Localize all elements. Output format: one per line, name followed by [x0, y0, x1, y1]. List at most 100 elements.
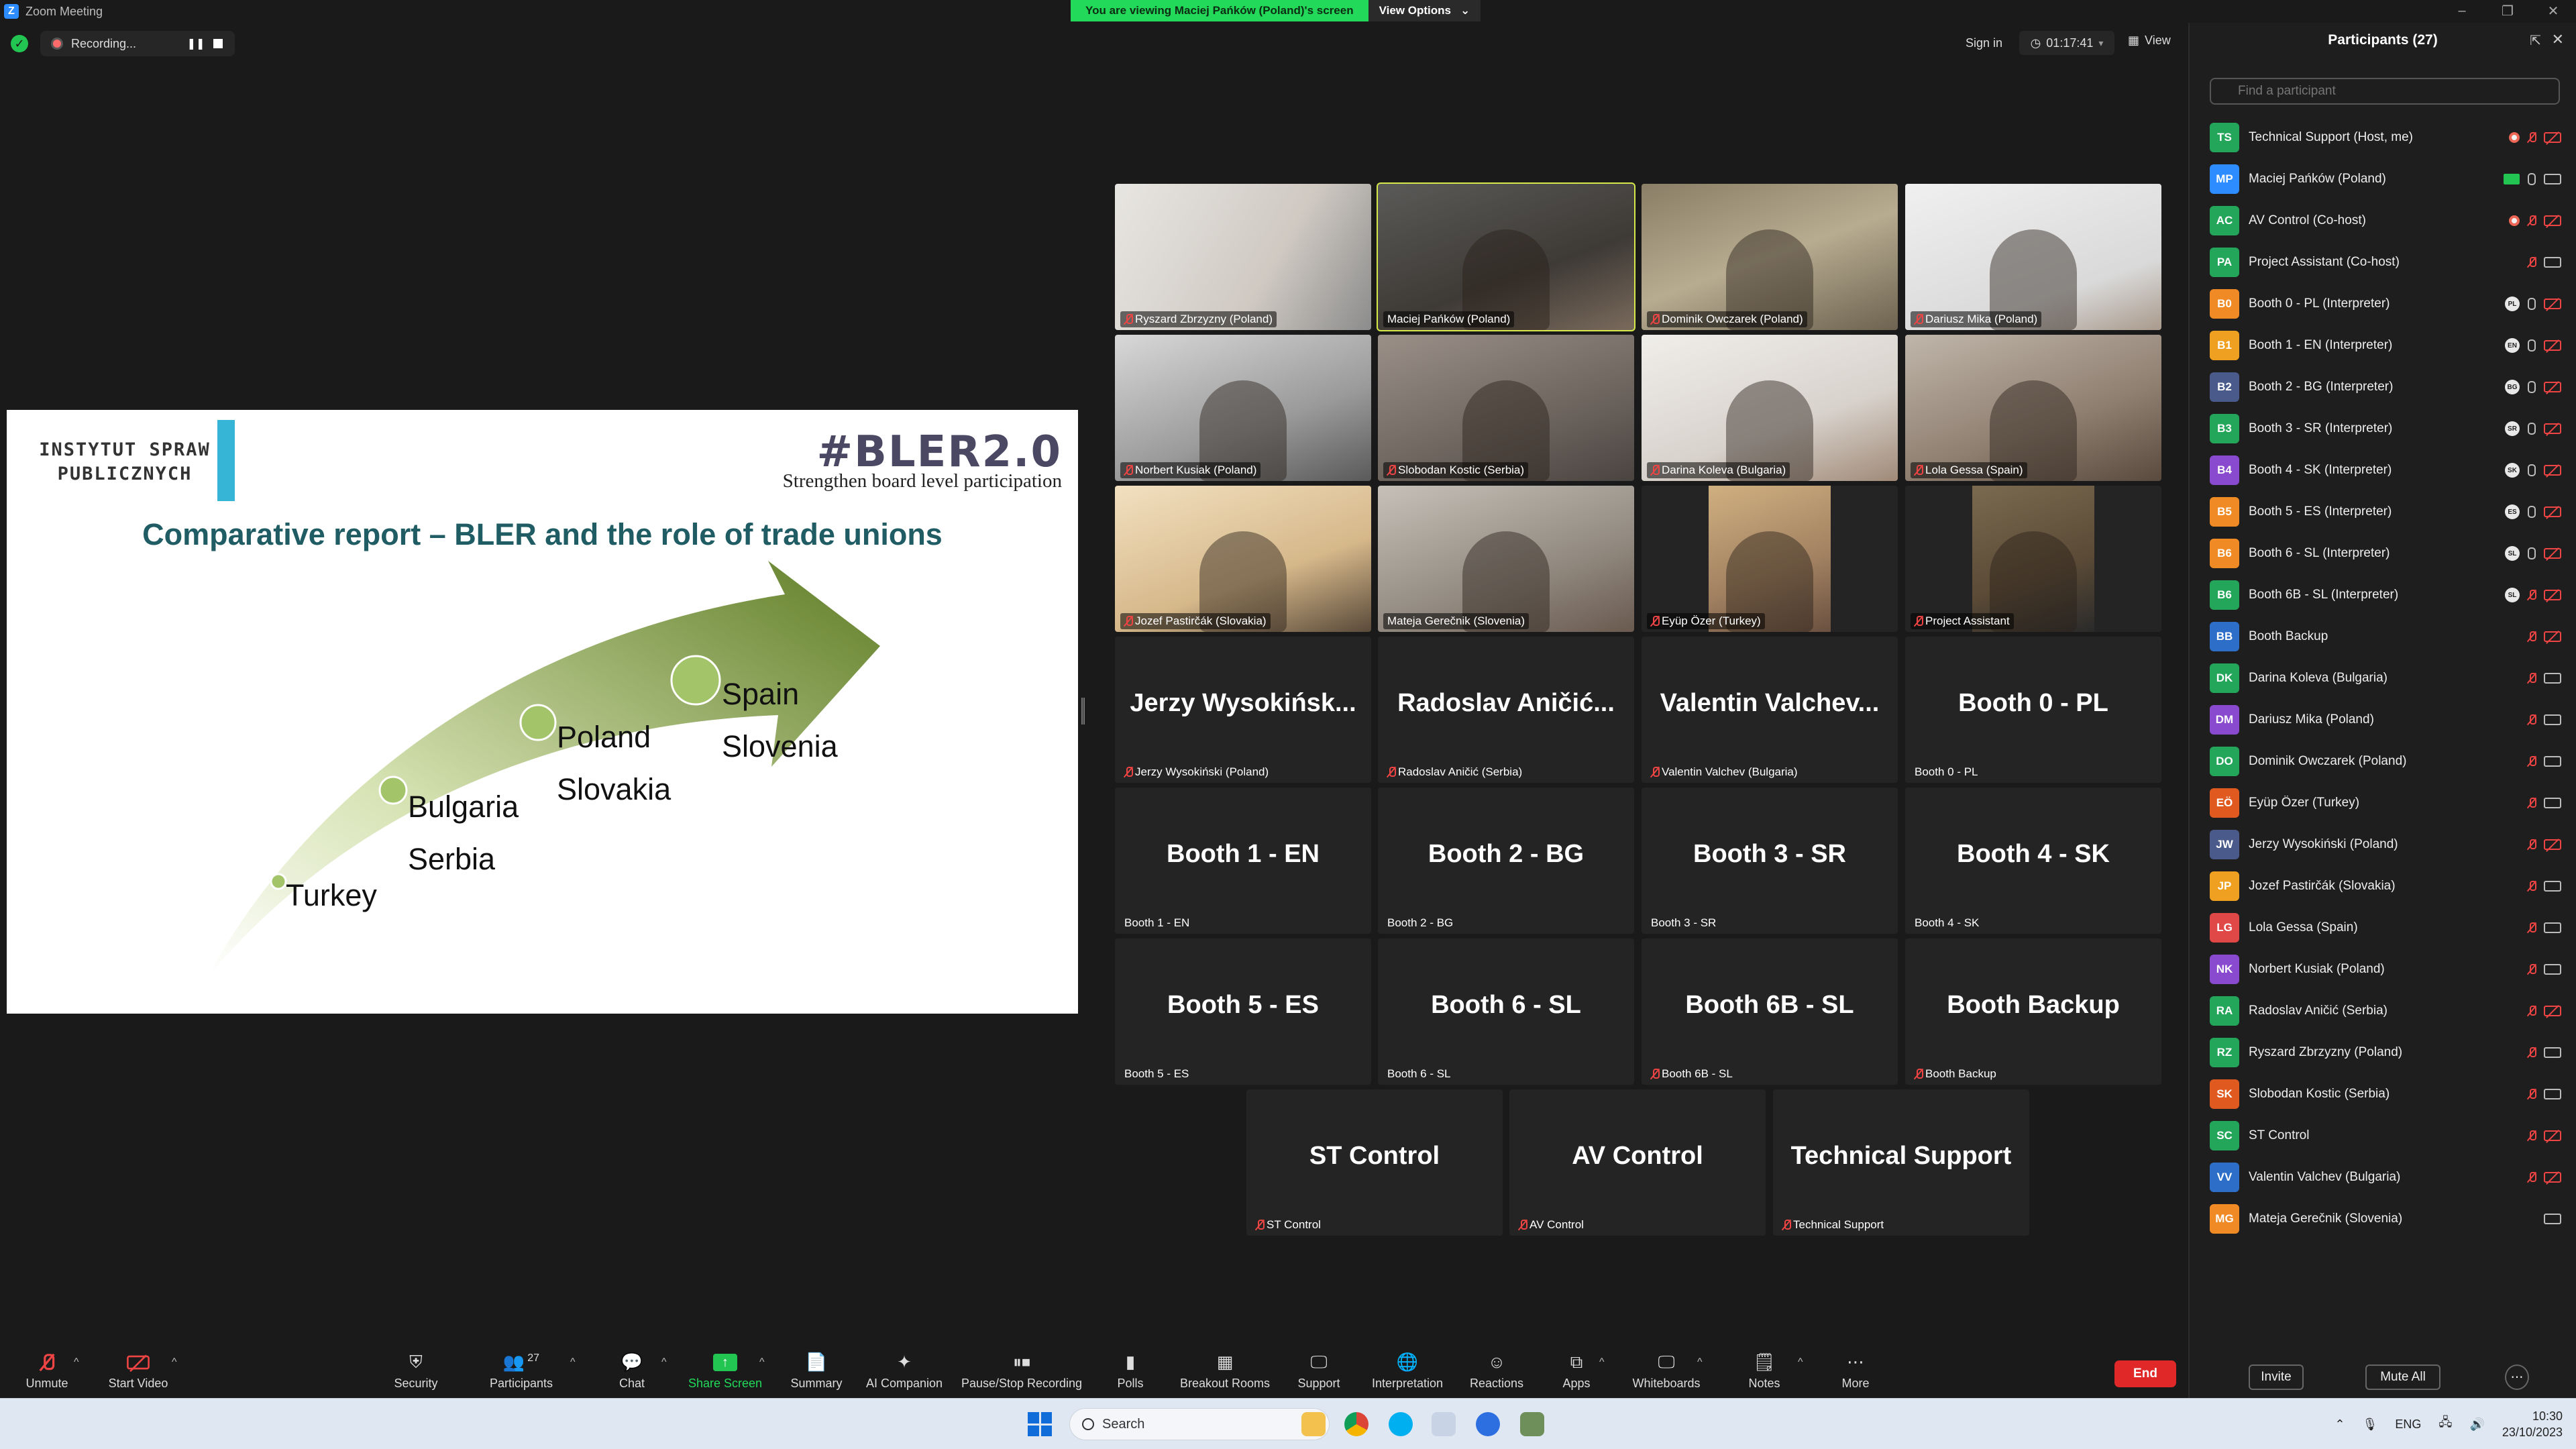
name-only-tile[interactable]: Booth 1 - EN Booth 1 - EN	[1115, 788, 1371, 934]
minimize-icon[interactable]: –	[2439, 0, 2485, 21]
whiteboards-button[interactable]: 🖵 Whiteboards	[1627, 1344, 1705, 1398]
participant-row[interactable]: B6 Booth 6 - SL (Interpreter) SL	[2210, 533, 2565, 574]
video-options-caret-icon[interactable]: ^	[172, 1356, 177, 1368]
participant-row[interactable]: B3 Booth 3 - SR (Interpreter) SR	[2210, 408, 2565, 449]
participant-row[interactable]: RZ Ryszard Zbrzyzny (Poland)	[2210, 1032, 2565, 1073]
participant-row[interactable]: AC AV Control (Co-host)	[2210, 200, 2565, 241]
video-tile[interactable]: Dariusz Mika (Poland)	[1905, 184, 2161, 330]
pause-stop-recording-button[interactable]: ⏸⏹ Pause/Stop Recording	[959, 1344, 1084, 1398]
network-icon[interactable]: 🖧	[2438, 1414, 2452, 1434]
more-options-icon[interactable]: ⋯	[2505, 1364, 2529, 1390]
maximize-icon[interactable]: ❐	[2485, 0, 2530, 21]
volume-icon[interactable]: 🔊	[2469, 1417, 2484, 1432]
video-tile[interactable]: Project Assistant	[1905, 486, 2161, 632]
calculator-icon[interactable]	[1520, 1412, 1544, 1436]
video-tile[interactable]: Maciej Pańków (Poland)	[1377, 182, 1635, 331]
invite-button[interactable]: Invite	[2249, 1364, 2304, 1390]
breakout-rooms-button[interactable]: ▦ Breakout Rooms	[1178, 1344, 1272, 1398]
name-only-tile[interactable]: Booth Backup Booth Backup	[1905, 938, 2161, 1085]
sign-in-link[interactable]: Sign in	[1966, 36, 2002, 50]
participant-row[interactable]: NK Norbert Kusiak (Poland)	[2210, 949, 2565, 990]
participant-row[interactable]: SC ST Control	[2210, 1115, 2565, 1157]
participant-row[interactable]: DK Darina Koleva (Bulgaria)	[2210, 657, 2565, 699]
participant-row[interactable]: B1 Booth 1 - EN (Interpreter) EN	[2210, 325, 2565, 366]
name-only-tile[interactable]: ST Control ST Control	[1246, 1089, 1503, 1236]
notes-caret-icon[interactable]: ^	[1798, 1356, 1803, 1368]
encryption-shield-icon[interactable]: ✓	[11, 35, 28, 52]
share-caret-icon[interactable]: ^	[759, 1356, 765, 1368]
video-tile[interactable]: Dominik Owczarek (Poland)	[1642, 184, 1898, 330]
mute-all-button[interactable]: Mute All	[2365, 1364, 2440, 1390]
participant-row[interactable]: BB Booth Backup	[2210, 616, 2565, 657]
name-only-tile[interactable]: Valentin Valchev... Valentin Valchev (Bul…	[1642, 637, 1898, 783]
participant-row[interactable]: JP Jozef Pastirčák (Slovakia)	[2210, 865, 2565, 907]
whiteboards-caret-icon[interactable]: ^	[1697, 1356, 1703, 1368]
participant-row[interactable]: VV Valentin Valchev (Bulgaria)	[2210, 1157, 2565, 1198]
meeting-timer[interactable]: ◷ 01:17:41 ▾	[2019, 31, 2114, 55]
microphone-icon[interactable]: 🎙	[2363, 1417, 2378, 1432]
participant-row[interactable]: B0 Booth 0 - PL (Interpreter) PL	[2210, 283, 2565, 325]
participant-row[interactable]: DO Dominik Owczarek (Poland)	[2210, 741, 2565, 782]
participant-row[interactable]: PA Project Assistant (Co-host)	[2210, 241, 2565, 283]
participant-row[interactable]: RA Radoslav Aničić (Serbia)	[2210, 990, 2565, 1032]
participant-row[interactable]: LG Lola Gessa (Spain)	[2210, 907, 2565, 949]
name-only-tile[interactable]: Radoslav Aničić... Radoslav Aničić (Serbi…	[1378, 637, 1634, 783]
tray-chevron-up-icon[interactable]: ⌃	[2334, 1417, 2345, 1432]
video-tile[interactable]: Lola Gessa (Spain)	[1905, 335, 2161, 481]
name-only-tile[interactable]: Booth 2 - BG Booth 2 - BG	[1378, 788, 1634, 934]
name-only-tile[interactable]: Booth 3 - SR Booth 3 - SR	[1642, 788, 1898, 934]
chat-caret-icon[interactable]: ^	[661, 1356, 667, 1368]
video-tile[interactable]: Ryszard Zbrzyzny (Poland)	[1115, 184, 1371, 330]
taskbar-search[interactable]: Search	[1069, 1408, 1330, 1440]
name-only-tile[interactable]: Booth 4 - SK Booth 4 - SK	[1905, 788, 2161, 934]
video-tile[interactable]: Norbert Kusiak (Poland)	[1115, 335, 1371, 481]
unmute-button[interactable]: Unmute	[20, 1344, 74, 1398]
reactions-button[interactable]: ☺ Reactions	[1466, 1344, 1527, 1398]
participant-row[interactable]: B4 Booth 4 - SK (Interpreter) SK	[2210, 449, 2565, 491]
close-icon[interactable]: ✕	[2530, 0, 2576, 21]
skype-icon[interactable]	[1389, 1412, 1413, 1436]
pop-out-icon[interactable]: ⇱	[2530, 32, 2541, 49]
apps-button[interactable]: ⧉ Apps	[1556, 1344, 1597, 1398]
participant-row[interactable]: EÖ Eyüp Özer (Turkey)	[2210, 782, 2565, 824]
participant-row[interactable]: JW Jerzy Wysokiński (Poland)	[2210, 824, 2565, 865]
security-button[interactable]: ⛨ Security	[389, 1344, 443, 1398]
chrome-icon[interactable]	[1344, 1412, 1368, 1436]
participant-row[interactable]: DM Dariusz Mika (Poland)	[2210, 699, 2565, 741]
name-only-tile[interactable]: Booth 5 - ES Booth 5 - ES	[1115, 938, 1371, 1085]
file-explorer-icon[interactable]	[1301, 1412, 1326, 1436]
interpretation-button[interactable]: 🌐 Interpretation	[1366, 1344, 1449, 1398]
name-only-tile[interactable]: Booth 6B - SL Booth 6B - SL	[1642, 938, 1898, 1085]
polls-button[interactable]: ▮ Polls	[1114, 1344, 1147, 1398]
start-video-button[interactable]: Start Video	[105, 1344, 172, 1398]
audio-options-caret-icon[interactable]: ^	[74, 1356, 79, 1368]
snipping-tool-icon[interactable]	[1432, 1412, 1456, 1436]
participant-row[interactable]: MG Mateja Gerečnik (Slovenia)	[2210, 1198, 2565, 1240]
participant-row[interactable]: B5 Booth 5 - ES (Interpreter) ES	[2210, 491, 2565, 533]
video-tile[interactable]: Eyüp Özer (Turkey)	[1642, 486, 1898, 632]
participants-caret-icon[interactable]: ^	[570, 1356, 576, 1368]
windows-start-icon[interactable]	[1028, 1412, 1052, 1436]
panel-splitter-handle[interactable]	[1081, 698, 1085, 724]
taskbar-clock[interactable]: 10:30 23/10/2023	[2502, 1408, 2563, 1440]
close-panel-icon[interactable]: ✕	[2552, 31, 2564, 48]
video-tile[interactable]: Mateja Gerečnik (Slovenia)	[1378, 486, 1634, 632]
notes-button[interactable]: 🗒 Notes	[1744, 1344, 1784, 1398]
more-button[interactable]: ⋯ More	[1835, 1344, 1876, 1398]
participant-search-input[interactable]	[2210, 78, 2560, 105]
participant-row[interactable]: MP Maciej Pańków (Poland)	[2210, 158, 2565, 200]
participant-row[interactable]: B6 Booth 6B - SL (Interpreter) SL	[2210, 574, 2565, 616]
end-meeting-button[interactable]: End	[2114, 1360, 2176, 1387]
name-only-tile[interactable]: Booth 0 - PL Booth 0 - PL	[1905, 637, 2161, 783]
video-tile[interactable]: Slobodan Kostic (Serbia)	[1378, 335, 1634, 481]
summary-button[interactable]: 📄 Summary	[789, 1344, 844, 1398]
language-indicator[interactable]: ENG	[2395, 1417, 2421, 1432]
stop-recording-icon[interactable]	[213, 39, 223, 48]
participant-row[interactable]: SK Slobodan Kostic (Serbia)	[2210, 1073, 2565, 1115]
name-only-tile[interactable]: Booth 6 - SL Booth 6 - SL	[1378, 938, 1634, 1085]
pause-recording-icon[interactable]: ❚❚	[186, 37, 205, 50]
name-only-tile[interactable]: Jerzy Wysokińsk... Jerzy Wysokiński (Pola…	[1115, 637, 1371, 783]
participant-row[interactable]: TS Technical Support (Host, me)	[2210, 117, 2565, 158]
view-button[interactable]: ▦ View	[2128, 34, 2171, 48]
support-button[interactable]: 🖵 Support	[1292, 1344, 1346, 1398]
